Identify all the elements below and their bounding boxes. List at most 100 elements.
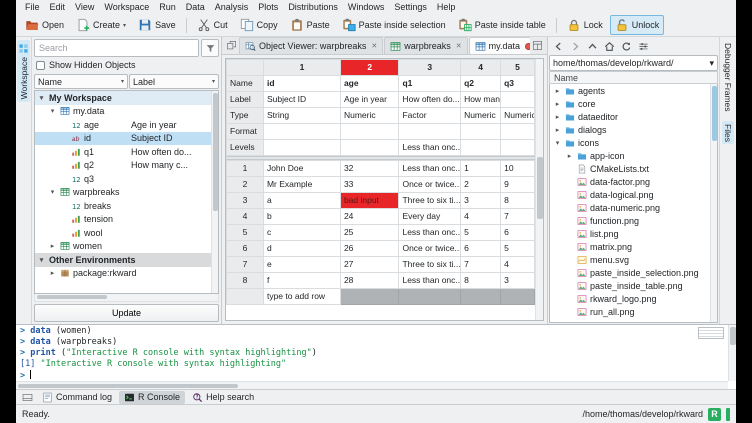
meta-cell[interactable]: id [263, 76, 340, 92]
data-cell[interactable]: 4 [461, 209, 501, 225]
scrollbar-thumb[interactable] [730, 327, 736, 345]
menu-edit[interactable]: Edit [45, 1, 71, 13]
meta-cell[interactable]: q2 [461, 76, 501, 92]
file-item-agents[interactable]: ▸agents [550, 84, 710, 97]
data-cell[interactable]: a [263, 193, 340, 209]
data-cell[interactable]: Mr Example [263, 177, 340, 193]
meta-cell[interactable]: Numeric [501, 108, 535, 124]
tree-item-tension[interactable]: tension [35, 213, 211, 227]
lock-button[interactable]: Lock [562, 15, 608, 35]
cut-button[interactable]: Cut [192, 15, 233, 35]
r-console[interactable]: > data (women)> data (warpbreaks)> print… [16, 324, 736, 389]
meta-row-header[interactable]: Name [227, 76, 264, 92]
tool-tab-command-log[interactable]: Command log [37, 391, 117, 404]
label-column-combo[interactable]: Label▾ [129, 74, 219, 89]
tree-item-age[interactable]: 12ageAge in year [35, 118, 211, 132]
tool-tab-r-console[interactable]: R Console [119, 391, 185, 404]
row-number[interactable]: 5 [227, 225, 264, 241]
tree-item-my-workspace[interactable]: ▾My Workspace [35, 91, 211, 105]
data-cell[interactable]: 4 [501, 257, 535, 273]
column-header-1[interactable]: 1 [263, 60, 340, 76]
row-number[interactable]: 2 [227, 177, 264, 193]
tree-item-women[interactable]: ▸women [35, 240, 211, 254]
data-cell[interactable]: 2 [461, 177, 501, 193]
up-button[interactable] [584, 39, 600, 54]
row-number[interactable]: 7 [227, 257, 264, 273]
tool-tab-help-search[interactable]: ?Help search [187, 391, 259, 404]
expand-arrow-icon[interactable]: ▸ [48, 269, 57, 277]
expand-arrow-icon[interactable]: ▸ [553, 126, 562, 134]
refresh-button[interactable] [618, 39, 634, 54]
object-tree-hscrollbar[interactable] [34, 294, 219, 302]
meta-cell[interactable] [399, 124, 461, 140]
file-tree-vscrollbar[interactable] [710, 84, 717, 322]
data-cell[interactable]: 24 [340, 209, 399, 225]
expand-arrow-icon[interactable]: ▸ [553, 87, 562, 95]
data-cell[interactable]: 5 [461, 225, 501, 241]
meta-cell[interactable]: Age in year [340, 92, 399, 108]
meta-cell[interactable] [501, 92, 535, 108]
filter-options-button[interactable] [201, 39, 219, 57]
meta-row-header[interactable]: Levels [227, 140, 264, 156]
expand-arrow-icon[interactable]: ▸ [553, 113, 562, 121]
data-cell[interactable]: 8 [501, 193, 535, 209]
meta-row-header[interactable]: Format [227, 124, 264, 140]
file-name-column-header[interactable]: Name [549, 71, 718, 84]
file-item-icons[interactable]: ▾icons [550, 136, 710, 149]
meta-cell[interactable]: age [340, 76, 399, 92]
row-number[interactable]: 8 [227, 273, 264, 289]
side-tab-debugger-frames[interactable]: Debugger Frames [722, 40, 734, 115]
data-cell[interactable]: 7 [461, 257, 501, 273]
menu-settings[interactable]: Settings [389, 1, 432, 13]
meta-cell[interactable] [340, 140, 399, 156]
data-cell[interactable]: Every day [399, 209, 461, 225]
meta-row-header[interactable]: Type [227, 108, 264, 124]
paste-button[interactable]: Paste [285, 15, 335, 35]
file-item-menu-svg[interactable]: menu.svg [550, 253, 710, 266]
file-item-function-png[interactable]: function.png [550, 214, 710, 227]
meta-cell[interactable]: Numeric [461, 108, 501, 124]
file-item-paste-inside-table-png[interactable]: paste_inside_table.png [550, 279, 710, 292]
grid-corner-cell[interactable] [227, 60, 264, 76]
data-cell[interactable]: 6 [461, 241, 501, 257]
scrollbar-thumb[interactable] [213, 93, 218, 211]
meta-cell[interactable] [340, 124, 399, 140]
collapse-arrow-icon[interactable]: ▾ [553, 139, 562, 147]
scrollbar-thumb[interactable] [537, 157, 543, 219]
meta-cell[interactable]: q3 [501, 76, 535, 92]
meta-cell[interactable] [461, 124, 501, 140]
meta-cell[interactable] [263, 140, 340, 156]
menu-file[interactable]: File [20, 1, 45, 13]
expand-arrow-icon[interactable]: ▸ [48, 242, 57, 250]
meta-cell[interactable]: Less than onc... [399, 140, 461, 156]
data-cell[interactable]: c [263, 225, 340, 241]
data-cell[interactable]: 32 [340, 161, 399, 177]
data-cell[interactable]: b [263, 209, 340, 225]
data-cell[interactable]: Once or twice... [399, 241, 461, 257]
menu-help[interactable]: Help [432, 1, 461, 13]
row-number[interactable]: 6 [227, 241, 264, 257]
tree-item-q2[interactable]: q2How many c... [35, 159, 211, 173]
path-combo[interactable]: home/thomas/develop/rkward/▾ [549, 55, 718, 71]
file-item-app-icon[interactable]: ▸app-icon [550, 149, 710, 162]
meta-cell[interactable] [501, 124, 535, 140]
row-number[interactable]: 1 [227, 161, 264, 177]
file-item-paste-inside-selection-png[interactable]: paste_inside_selection.png [550, 266, 710, 279]
copy-button[interactable]: Copy [235, 15, 283, 35]
tree-item-wool[interactable]: wool [35, 226, 211, 240]
editor-vscrollbar[interactable] [535, 59, 543, 320]
data-cell[interactable]: 27 [340, 257, 399, 273]
meta-row-header[interactable]: Label [227, 92, 264, 108]
options-button[interactable] [635, 39, 651, 54]
file-item-run-all-png[interactable]: run_all.png [550, 305, 710, 318]
meta-cell[interactable]: String [263, 108, 340, 124]
data-cell[interactable]: 25 [340, 225, 399, 241]
meta-cell[interactable] [263, 124, 340, 140]
meta-cell[interactable]: How many ch... [461, 92, 501, 108]
open-button[interactable]: Open [20, 15, 69, 35]
data-cell[interactable]: bad input [340, 193, 399, 209]
file-item-data-factor-png[interactable]: data-factor.png [550, 175, 710, 188]
data-cell[interactable]: f [263, 273, 340, 289]
save-button[interactable]: Save [133, 15, 181, 35]
data-cell[interactable]: e [263, 257, 340, 273]
